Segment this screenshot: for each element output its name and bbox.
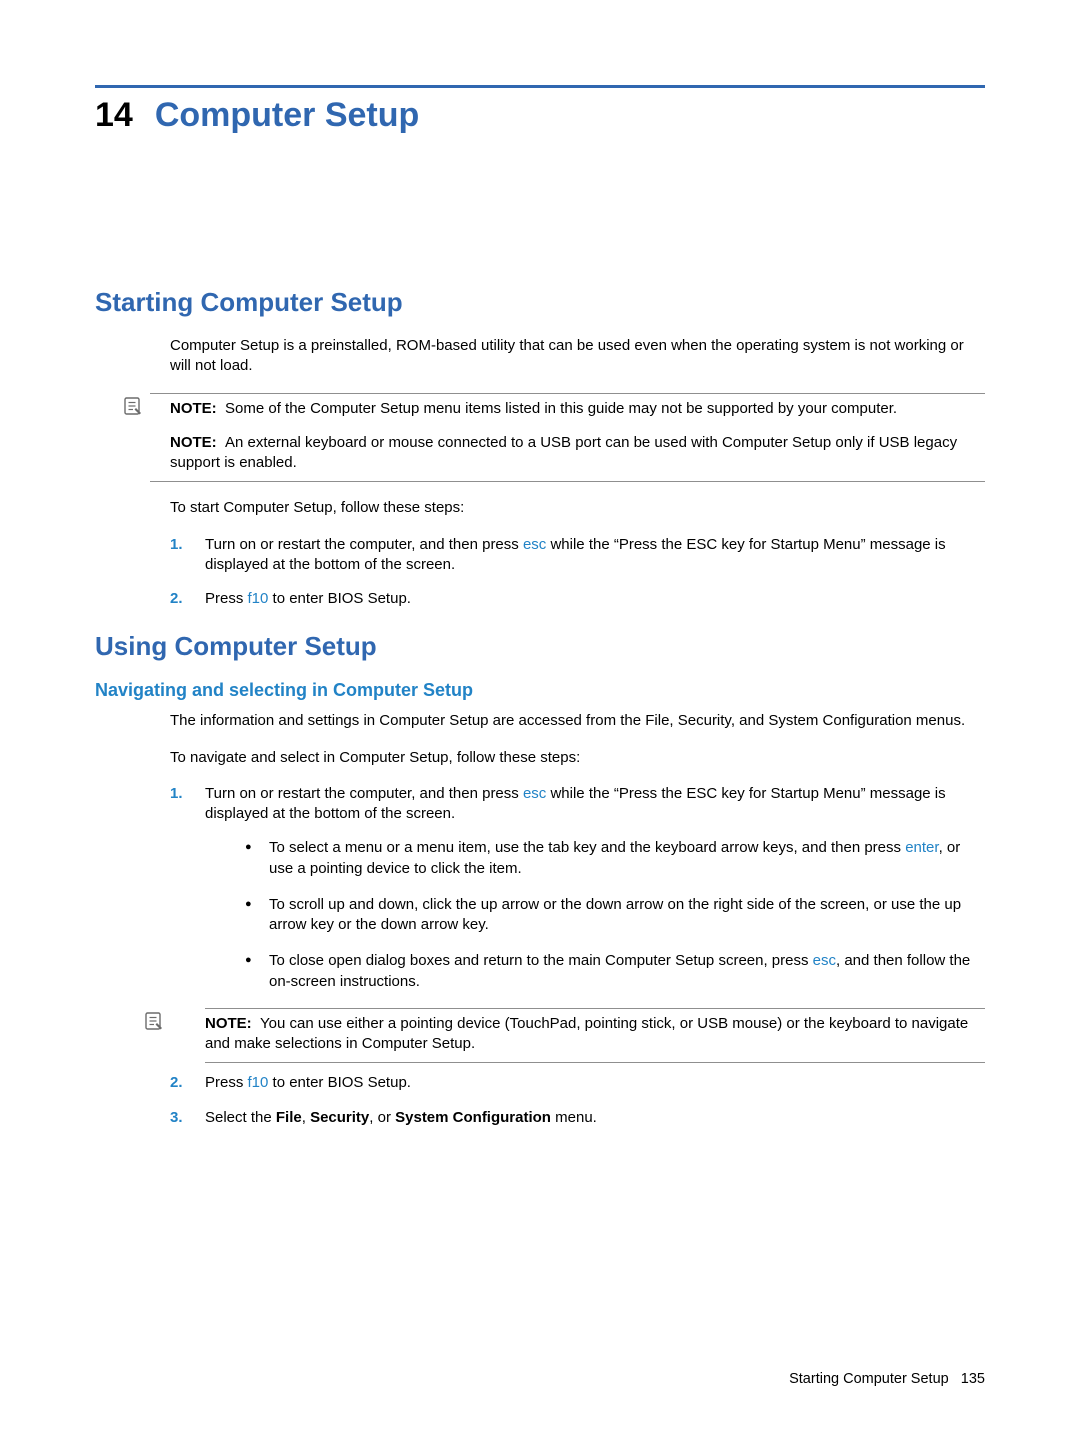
bullet-item: To close open dialog boxes and return to… <box>245 951 985 992</box>
inner-note: NOTE: You can use either a pointing devi… <box>205 1014 985 1055</box>
bullet-item: To scroll up and down, click the up arro… <box>245 895 985 936</box>
intro-paragraph-1: Computer Setup is a preinstalled, ROM-ba… <box>170 336 985 377</box>
note-block-1: NOTE: Some of the Computer Setup menu it… <box>150 393 985 483</box>
note-icon <box>145 1012 163 1036</box>
note-label: NOTE: <box>170 434 217 451</box>
footer-page-number: 135 <box>961 1371 985 1387</box>
key-enter: enter <box>905 839 938 856</box>
note-2: NOTE: An external keyboard or mouse conn… <box>150 433 985 474</box>
note-text: Some of the Computer Setup menu items li… <box>225 400 897 417</box>
bullet-item: To select a menu or a menu item, use the… <box>245 838 985 879</box>
section2-intro2: To navigate and select in Computer Setup… <box>170 748 985 768</box>
note-rule-bottom <box>150 481 985 482</box>
step-item: Turn on or restart the computer, and the… <box>170 535 985 576</box>
chapter-rule <box>95 85 985 88</box>
section-heading-2: Using Computer Setup <box>95 631 985 662</box>
note-rule-top <box>205 1008 985 1009</box>
chapter-title-text: Computer Setup <box>155 96 419 134</box>
key-f10: f10 <box>248 1074 269 1091</box>
section-heading-1: Starting Computer Setup <box>95 287 985 318</box>
note-label: NOTE: <box>205 1015 252 1032</box>
note-rule-bottom <box>205 1062 985 1063</box>
note-text: An external keyboard or mouse connected … <box>170 434 957 471</box>
key-f10: f10 <box>248 590 269 607</box>
note-1: NOTE: Some of the Computer Setup menu it… <box>150 399 985 419</box>
footer-title: Starting Computer Setup <box>789 1371 949 1387</box>
section2-intro: The information and settings in Computer… <box>170 711 985 731</box>
step-item: Press f10 to enter BIOS Setup. <box>170 589 985 609</box>
note-icon <box>124 397 142 419</box>
bullets-list: To select a menu or a menu item, use the… <box>205 838 985 992</box>
note-text: You can use either a pointing device (To… <box>205 1015 968 1052</box>
chapter-title: 14 Computer Setup <box>95 96 985 135</box>
section-subheading: Navigating and selecting in Computer Set… <box>95 680 985 701</box>
step-item: Turn on or restart the computer, and the… <box>170 784 985 1064</box>
key-esc: esc <box>813 952 836 969</box>
note-rule-top <box>150 393 985 394</box>
key-esc: esc <box>523 536 546 553</box>
key-esc: esc <box>523 785 546 802</box>
step-item: Select the File, Security, or System Con… <box>170 1108 985 1128</box>
steps-list-1: Turn on or restart the computer, and the… <box>95 535 985 610</box>
step-item: Press f10 to enter BIOS Setup. <box>170 1073 985 1093</box>
steps-list-2a: Turn on or restart the computer, and the… <box>95 784 985 1064</box>
inner-note-block: NOTE: You can use either a pointing devi… <box>205 1008 985 1064</box>
page-footer: Starting Computer Setup 135 <box>789 1371 985 1387</box>
chapter-number: 14 <box>95 96 133 134</box>
intro-paragraph-2: To start Computer Setup, follow these st… <box>170 498 985 518</box>
steps-list-2b: Press f10 to enter BIOS Setup. Select th… <box>95 1073 985 1128</box>
note-label: NOTE: <box>170 400 217 417</box>
